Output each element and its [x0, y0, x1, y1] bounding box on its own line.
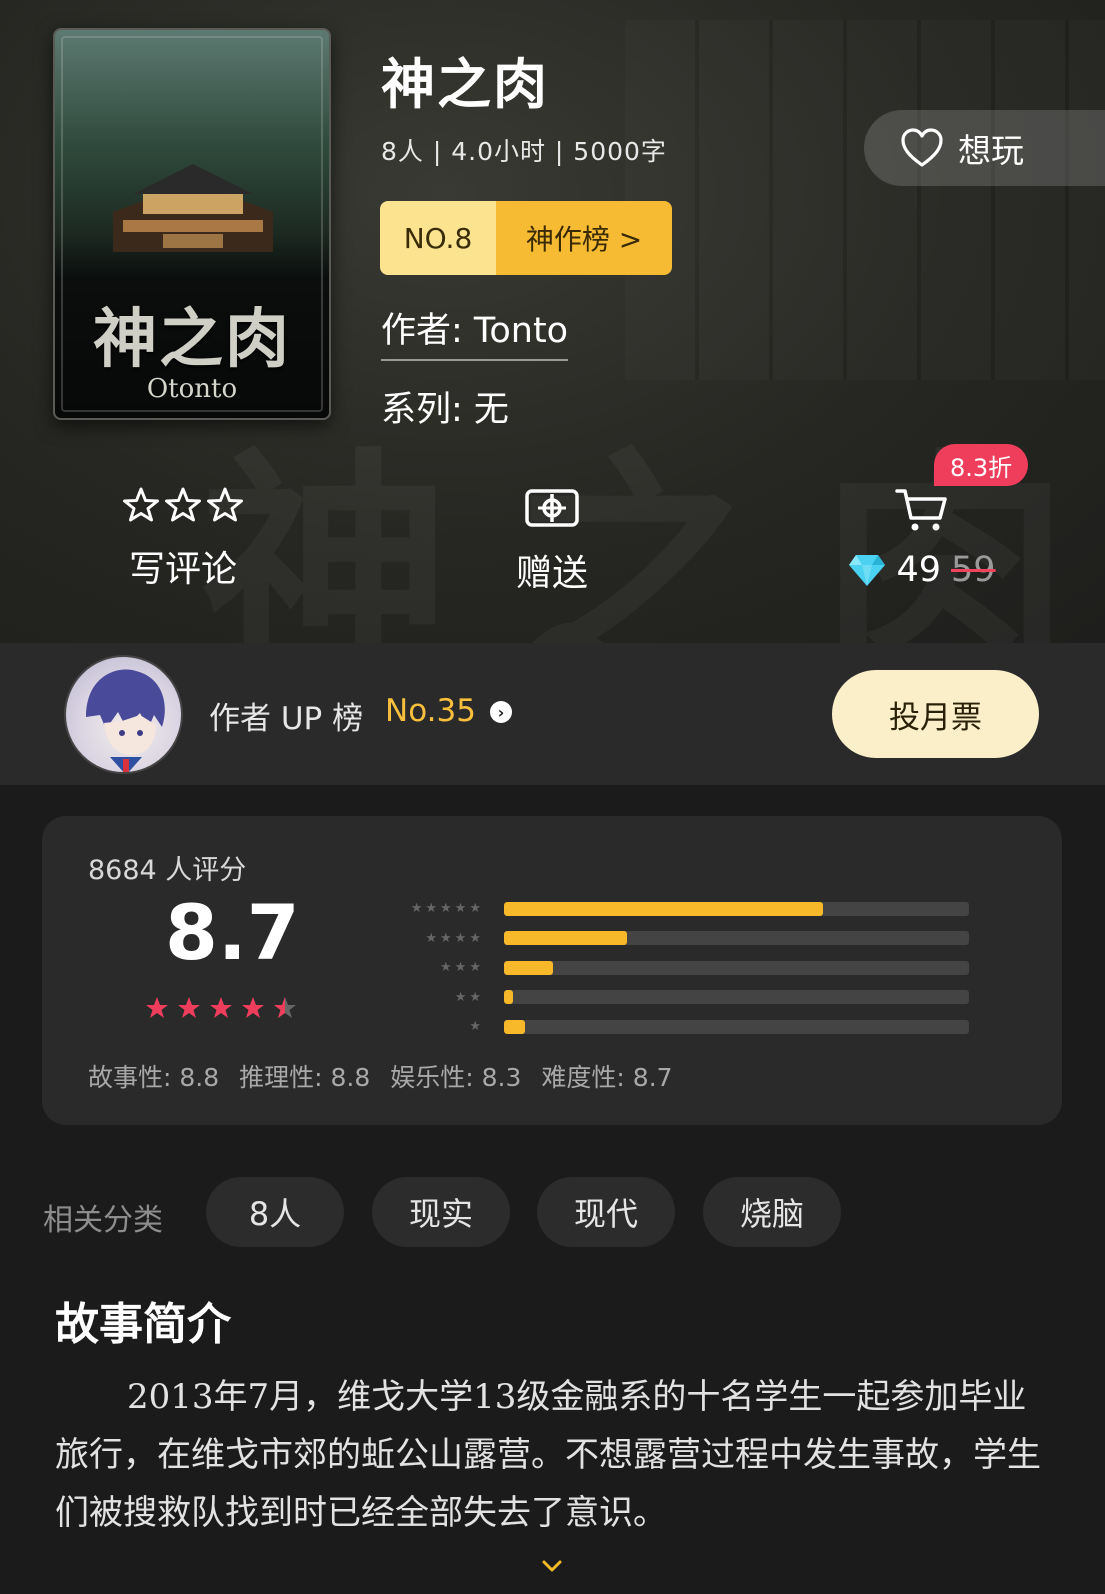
discount-badge: 8.3折 [934, 444, 1029, 486]
half-star-icon [274, 997, 296, 1018]
sub-score: 娱乐性: 8.3 [390, 1063, 522, 1092]
rating-stars [145, 996, 297, 1020]
author-up-section: 作者 UP 榜 No.35 › 投月票 [0, 643, 1105, 785]
chevron-down-icon[interactable] [540, 1558, 564, 1574]
star-icon [242, 997, 264, 1018]
rating-bar-stars: ★★ [454, 989, 484, 1005]
rating-bar-track [504, 960, 969, 975]
rating-bar-fill [504, 960, 553, 975]
story-heading: 故事简介 [55, 1299, 231, 1350]
rating-bar-fill [504, 990, 514, 1005]
category-tag[interactable]: 现代 [537, 1177, 675, 1247]
game-cover[interactable]: 神之肉 Otonto [53, 28, 331, 420]
gift-action[interactable]: 赠送 [462, 486, 642, 596]
write-review-action[interactable]: 写评论 [93, 486, 273, 592]
game-meta: 8人 | 4.0小时 | 5000字 [381, 137, 667, 166]
rating-bar-stars: ★ [469, 1019, 484, 1035]
category-tag[interactable]: 烧脑 [703, 1177, 841, 1247]
sub-scores: 故事性: 8.8 推理性: 8.8 娱乐性: 8.3 难度性: 8.7 [88, 1058, 673, 1094]
monthly-vote-button[interactable]: 投月票 [832, 670, 1039, 758]
rating-bar-row: ★★ [372, 983, 969, 1013]
sub-score: 推理性: 8.8 [239, 1063, 371, 1092]
price-row: 49 59 [832, 550, 1012, 590]
rating-bar-row: ★★★ [372, 953, 969, 983]
buy-action[interactable]: 49 59 [832, 486, 1012, 590]
sub-score: 难度性: 8.7 [541, 1063, 673, 1092]
gift-ticket-icon [525, 489, 579, 527]
rating-bar-row: ★★★★★ [372, 894, 969, 924]
category-tag[interactable]: 8人 [206, 1177, 344, 1247]
category-tag[interactable]: 现实 [372, 1177, 510, 1247]
author-link[interactable]: 作者: Tonto [381, 302, 569, 361]
three-stars-icon [123, 487, 243, 522]
story-text: 2013年7月，维戈大学13级金融系的十名学生一起参加毕业旅行，在维戈市郊的蚯公… [55, 1377, 1041, 1533]
want-to-play-label: 想玩 [958, 131, 1024, 170]
rating-bar-track [504, 990, 969, 1005]
game-title: 神之肉 [381, 53, 549, 116]
want-to-play-button[interactable]: 想玩 [864, 110, 1105, 186]
rating-count: 8684 人评分 [88, 855, 247, 886]
game-hero: 神之肉 神之肉 Otonto 神之肉 8人 | 4.0小时 | 5000字 NO… [0, 0, 1105, 643]
rating-bar-track [504, 901, 969, 916]
cover-author: Otonto [146, 374, 238, 404]
star-icon [210, 997, 232, 1018]
rating-bar-stars: ★★★ [440, 960, 484, 976]
chevron-right-icon[interactable]: › [490, 701, 512, 723]
cover-title: 神之肉 [93, 302, 291, 377]
write-review-label: 写评论 [128, 549, 237, 590]
rating-bar-row: ★ [372, 1012, 969, 1042]
author-avatar[interactable] [64, 655, 183, 774]
rating-bar-fill [504, 931, 628, 946]
gift-label: 赠送 [515, 553, 588, 594]
rank-list-link[interactable]: 神作榜 > [496, 201, 672, 275]
rating-bar-fill [504, 901, 823, 916]
rating-bar-stars: ★★★★ [425, 930, 484, 946]
rating-bar-track [504, 1019, 969, 1034]
rating-bar-stars: ★★★★★ [410, 901, 484, 917]
star-icon [178, 997, 200, 1018]
original-price: 59 [951, 550, 996, 590]
rating-score: 8.7 [165, 888, 300, 977]
rating-bar-track [504, 931, 969, 946]
author-avatar-illustration [86, 669, 165, 772]
heart-icon [901, 128, 943, 167]
rating-card: 8684 人评分 8.7 ★★★★★ ★★★★ ★★★ ★★ ★ 故事性: 8.8 推理性… [42, 816, 1062, 1125]
current-price: 49 [896, 550, 941, 590]
rank-number: NO.8 [380, 201, 496, 275]
rating-distribution: ★★★★★ ★★★★ ★★★ ★★ ★ [372, 894, 969, 1042]
rating-bar-row: ★★★★ [372, 924, 969, 954]
background-shelf [625, 20, 1105, 380]
cart-icon [895, 489, 947, 531]
categories-label: 相关分类 [43, 1203, 163, 1238]
sub-score: 故事性: 8.8 [88, 1063, 220, 1092]
diamond-icon [849, 555, 886, 586]
author-up-label: 作者 UP 榜 [209, 701, 364, 737]
star-icon [146, 997, 168, 1018]
series-label: 系列: 无 [381, 390, 509, 430]
rank-badge[interactable]: NO.8 神作榜 > [380, 201, 672, 275]
rating-bar-fill [504, 1019, 525, 1034]
author-up-rank[interactable]: No.35 [385, 693, 476, 729]
